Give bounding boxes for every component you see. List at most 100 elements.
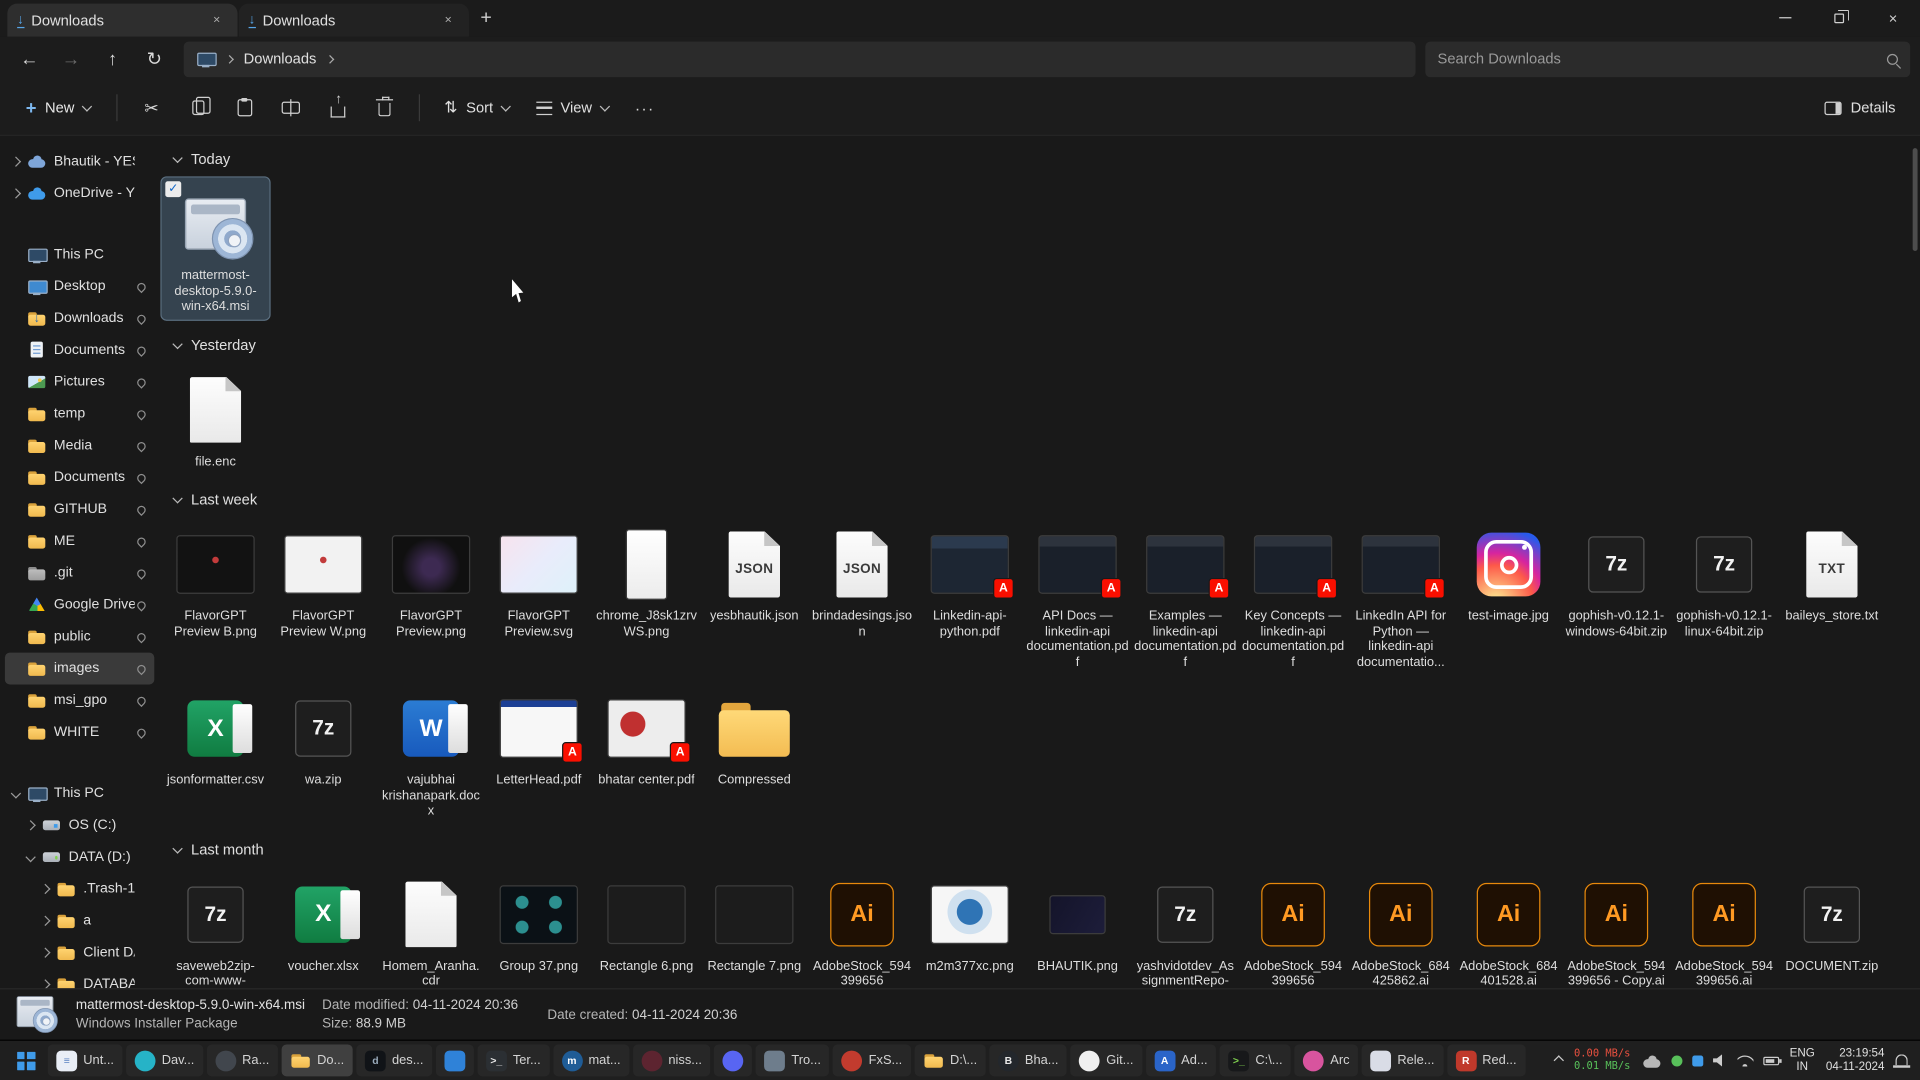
refresh-button[interactable]: ↻ [135,42,174,76]
section-header-last-week[interactable]: Last week [174,486,1915,513]
checkbox-checked-icon[interactable]: ✓ [165,181,181,197]
minimize-button[interactable] [1758,0,1812,36]
taskbar-app-tro-app[interactable]: Tro... [756,1044,830,1076]
taskbar-app-arc[interactable]: Arc [1295,1044,1358,1076]
sidebar-item-downloads[interactable]: ↓Downloads [5,302,154,334]
sidebar-item-os-c[interactable]: OS (C:) [5,809,154,841]
chevron-icon[interactable] [40,979,50,988]
restore-button[interactable] [1812,0,1866,36]
details-pane-button[interactable]: Details [1813,88,1908,127]
taskbar-app-github[interactable]: Git... [1071,1044,1142,1076]
onedrive-cloud-icon[interactable] [1641,1052,1661,1069]
sidebar-item-public[interactable]: public [5,621,154,653]
cut-button[interactable]: ✂ [130,88,174,127]
sidebar-item-data-d[interactable]: DATA (D:) [5,841,154,873]
sidebar-item-onedrive-yese[interactable]: OneDrive - YESE [5,178,154,210]
speaker-icon[interactable] [1712,1054,1727,1067]
file-item[interactable]: ALetterHead.pdf [485,682,593,793]
file-item[interactable]: ALinkedIn API for Python — linkedin-api … [1347,518,1455,675]
section-header-today[interactable]: Today [174,146,1915,173]
taskbar-app-davinci[interactable]: Dav... [126,1044,203,1076]
sidebar-item-git[interactable]: .git [5,557,154,589]
file-item[interactable]: 7zDOCUMENT.zip [1778,868,1886,979]
file-item[interactable]: Abhatar center.pdf [593,682,701,793]
paste-button[interactable] [223,88,267,127]
file-item[interactable]: AiAdobeStock_594399656 - Copy.ai [1562,868,1670,989]
file-item[interactable]: m2m377xc.png [916,868,1024,979]
file-item[interactable]: AiAdobeStock_594399656 [Converted] copy.… [1239,868,1347,989]
file-item[interactable]: FlavorGPT Preview.svg [485,518,593,644]
sidebar-item-github[interactable]: GITHUB [5,493,154,525]
chevron-icon[interactable] [11,188,21,198]
tab-close-icon[interactable]: × [206,9,228,31]
taskbar-app-file-explorer-d-drive[interactable]: D:\... [914,1044,985,1076]
sidebar-item-me[interactable]: ME [5,525,154,557]
file-item[interactable]: JSONyesbhautik.json [700,518,808,629]
close-button[interactable]: × [1866,0,1920,36]
sidebar-item-white[interactable]: WHITE [5,716,154,748]
chevron-icon[interactable] [40,947,50,957]
tab-downloads[interactable]: ↓Downloads× [7,4,237,37]
clock[interactable]: 23:19:54 04-11-2024 [1826,1047,1885,1074]
taskbar-app-red-app[interactable]: RRed... [1447,1044,1525,1076]
chevron-icon[interactable] [25,852,35,862]
chevron-icon[interactable] [40,916,50,926]
file-item[interactable]: file.enc [162,363,270,474]
tab-close-icon[interactable]: × [437,9,459,31]
scrollbar[interactable] [1911,141,1918,983]
wifi-icon[interactable] [1737,1054,1753,1066]
file-item[interactable]: JSONbrindadesings.json [808,518,916,644]
file-item[interactable]: 7zsaveweb2zip-com-www-harness-io.zip [162,868,270,989]
file-item[interactable]: Rectangle 6.png [593,868,701,979]
search-input[interactable] [1438,50,1887,67]
file-item[interactable]: AExamples — linkedin-api documentation.p… [1131,518,1239,675]
taskbar-app-recorder[interactable]: Ra... [207,1044,278,1076]
sidebar-item-desktop[interactable]: Desktop [5,271,154,303]
file-item[interactable]: test-image.jpg [1455,518,1563,629]
chevron-icon[interactable] [11,788,21,798]
tab-downloads[interactable]: ↓Downloads× [239,4,469,37]
taskbar-app-designer[interactable]: ddes... [356,1044,432,1076]
taskbar-app-release-app[interactable]: Rele... [1362,1044,1443,1076]
taskbar-app-fxsound[interactable]: FxS... [833,1044,911,1076]
sidebar-item-database[interactable]: DATABASE [5,969,154,989]
file-item[interactable]: AiAdobeStock_594399656.ai [1670,868,1778,989]
battery-icon[interactable] [1763,1056,1779,1065]
more-options-button[interactable]: ··· [623,88,667,127]
taskbar-app-adobe[interactable]: AAd... [1146,1044,1217,1076]
notification-bell-icon[interactable] [1896,1054,1908,1065]
chevron-icon[interactable] [25,820,35,830]
sidebar-item-images[interactable]: images [5,653,154,685]
file-item[interactable]: Wvajubhai krishanapark.docx [377,682,485,823]
sidebar-item-google-drive[interactable]: Google Drive [5,589,154,621]
file-item[interactable]: AiAdobeStock_594399656 [Converted].ai [808,868,916,989]
sidebar-item-this-pc[interactable]: This PC [5,778,154,810]
chevron-icon[interactable] [11,156,21,166]
file-item[interactable]: Rectangle 7.png [700,868,808,979]
breadcrumb-location[interactable]: Downloads [244,50,317,67]
file-item[interactable]: ALinkedin-api-python.pdf [916,518,1024,644]
delete-button[interactable] [362,88,406,127]
forward-button[interactable]: → [51,42,90,76]
scrollbar-thumb[interactable] [1913,148,1918,251]
language-indicator[interactable]: ENG IN [1790,1047,1815,1074]
taskbar-app-file-explorer-downloads[interactable]: Do... [282,1044,353,1076]
sidebar-item-documents[interactable]: Documents [5,334,154,366]
status-green-icon[interactable] [1671,1055,1682,1066]
view-button[interactable]: View [524,88,620,127]
new-button[interactable]: + New [12,88,104,127]
sidebar-item-temp[interactable]: temp [5,398,154,430]
sidebar-item-media[interactable]: Media [5,430,154,462]
back-button[interactable]: ← [10,42,49,76]
address-bar[interactable]: Downloads [184,41,1416,77]
file-item[interactable]: AAPI Docs — linkedin-api documentation.p… [1024,518,1132,675]
file-item[interactable]: FlavorGPT Preview.png [377,518,485,644]
taskbar-app-discord[interactable] [714,1044,752,1076]
sidebar-item-documents[interactable]: Documents [5,462,154,494]
section-header-last-month[interactable]: Last month [174,836,1915,863]
up-button[interactable]: ↑ [93,42,132,76]
section-header-yesterday[interactable]: Yesterday [174,331,1915,358]
file-item[interactable]: Xvoucher.xlsx [269,868,377,979]
file-item[interactable]: chrome_J8sk1zrvWS.png [593,518,701,644]
file-item[interactable]: Group 37.png [485,868,593,979]
